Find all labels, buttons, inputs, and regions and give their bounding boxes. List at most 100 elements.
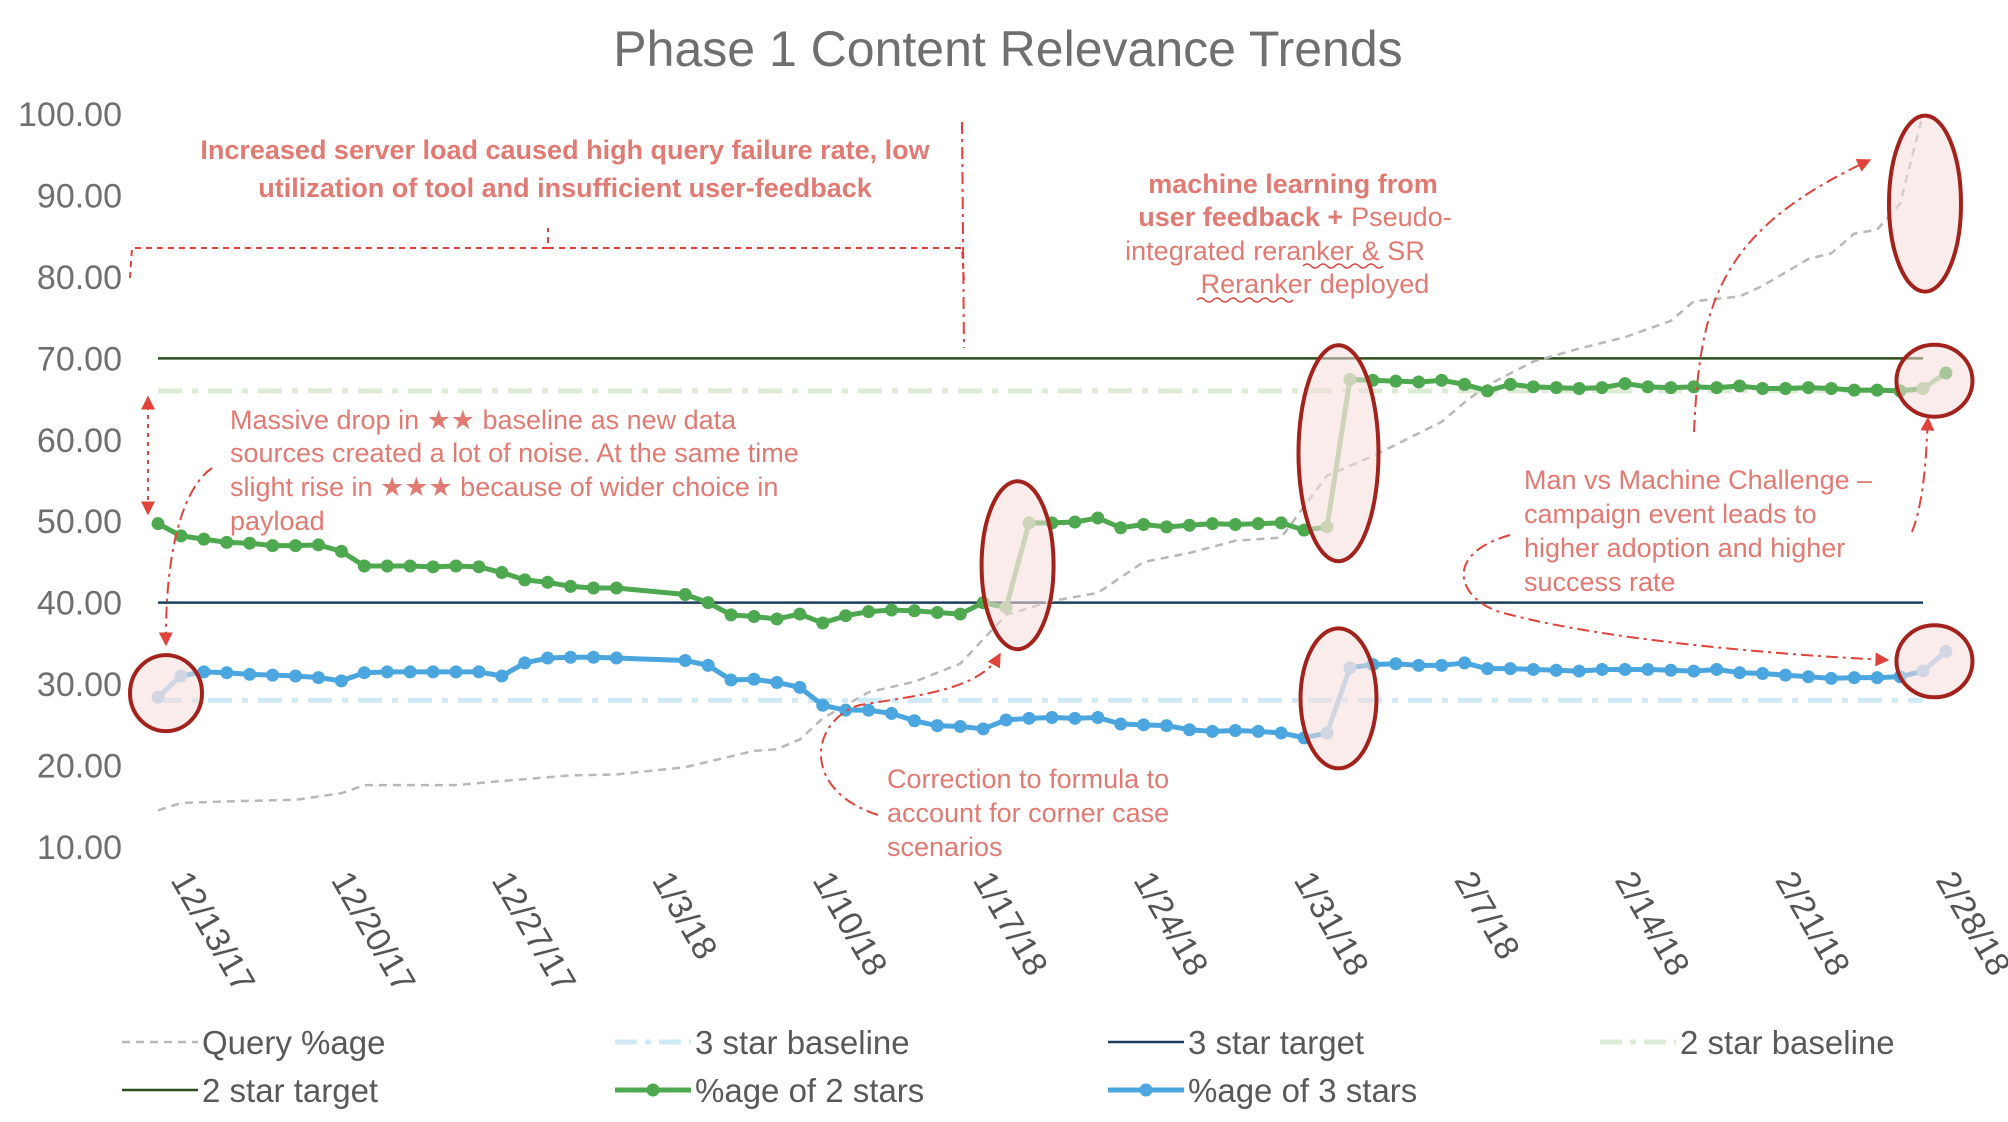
data-point-star2 (357, 559, 371, 573)
data-point-star2 (1091, 511, 1105, 525)
data-point-star3 (334, 674, 348, 688)
data-point-star3 (1480, 662, 1494, 676)
data-point-star3 (1641, 662, 1655, 676)
annotation-man-vs-machine: Man vs Machine Challenge – campaign even… (1462, 158, 1935, 667)
annotation-server-load-line1: Increased server load caused high query … (200, 135, 930, 165)
data-point-star2 (1068, 515, 1082, 529)
data-point-star2 (816, 616, 830, 630)
annotation-ml-line3-b: reranker (1253, 236, 1354, 266)
data-point-star2 (1733, 379, 1747, 393)
legend-item: %age of 2 stars (615, 1072, 924, 1109)
data-point-star3 (885, 706, 899, 720)
data-point-star2 (724, 608, 738, 622)
data-point-star3 (1160, 719, 1174, 733)
data-point-star2 (1549, 381, 1563, 395)
data-point-star2 (1595, 381, 1609, 395)
data-point-star3 (1687, 664, 1701, 678)
annotation-ml-line2-rest: Pseudo- (1351, 202, 1452, 232)
data-point-star3 (1251, 724, 1265, 738)
data-point-star3 (266, 668, 280, 682)
y-tick-label: 50.00 (37, 503, 122, 541)
data-point-star2 (1435, 373, 1449, 387)
data-point-star3 (1710, 662, 1724, 676)
data-point-star2 (1160, 520, 1174, 534)
data-point-star3 (1572, 664, 1586, 678)
data-point-star2 (220, 535, 234, 549)
legend-label: 3 star baseline (695, 1024, 910, 1061)
data-point-star2 (380, 559, 394, 573)
y-tick-label: 20.00 (37, 748, 122, 786)
data-point-star3 (1847, 671, 1861, 685)
y-tick-label: 70.00 (37, 340, 122, 378)
x-tick-label: 2/28/18 (1928, 865, 2008, 982)
data-point-star3 (724, 673, 738, 687)
annotation-ml-line4-a: Reranker (1201, 269, 1312, 299)
data-point-star2 (1137, 517, 1151, 531)
data-point-star2 (1251, 517, 1265, 531)
data-point-star2 (1503, 377, 1517, 391)
data-point-star3 (907, 714, 921, 728)
data-point-star3 (1618, 662, 1632, 676)
data-point-star3 (403, 665, 417, 679)
line-chart: Phase 1 Content Relevance Trends 10.00 20… (18, 21, 2008, 1109)
legend-item: %age of 3 stars (1108, 1072, 1417, 1109)
legend-label: 2 star target (202, 1072, 378, 1109)
data-point-star2 (1412, 375, 1426, 389)
data-point-star3 (1022, 711, 1036, 725)
annotation-mvm-line3: higher adoption and higher (1524, 533, 1845, 563)
data-point-star3 (609, 651, 623, 665)
data-point-star2 (1847, 383, 1861, 397)
data-point-star2 (609, 581, 623, 595)
annotation-ml-line2: user feedback + Pseudo- (1138, 202, 1451, 232)
data-point-star3 (1412, 658, 1426, 672)
annotation-mvm-arrow-r2 (1911, 416, 1935, 533)
data-point-star2 (1274, 516, 1288, 530)
x-tick-label: 2/14/18 (1607, 865, 1697, 982)
data-point-star2 (839, 609, 853, 623)
annotation-correction-line2: account for corner case (887, 798, 1169, 828)
legend-label: Query %age (202, 1024, 385, 1061)
data-point-star3 (243, 667, 257, 681)
data-point-star2 (678, 588, 692, 602)
data-point-star2 (587, 581, 601, 595)
data-point-star3 (793, 680, 807, 694)
data-point-star3 (701, 658, 715, 672)
legend-marker (646, 1083, 660, 1097)
data-point-star3 (1778, 668, 1792, 682)
data-point-star3 (1114, 717, 1128, 731)
series-segment-star3 (613, 655, 688, 663)
data-point-star2 (930, 605, 944, 619)
data-point-star3 (1595, 662, 1609, 676)
data-point-star2 (403, 559, 417, 573)
data-point-star2 (953, 607, 967, 621)
legend-item: 2 star baseline (1600, 1024, 1895, 1061)
annotation-massive-drop-line3: slight rise in ★★★ because of wider choi… (230, 472, 778, 502)
legend-label: %age of 3 stars (1188, 1072, 1417, 1109)
highlight-circle-start (128, 653, 204, 734)
data-point-star3 (1549, 663, 1563, 677)
data-point-star2 (495, 566, 509, 580)
data-point-star3 (1733, 666, 1747, 680)
legend-label: 2 star baseline (1680, 1024, 1895, 1061)
data-point-star2 (1756, 381, 1770, 395)
data-point-star3 (1870, 671, 1884, 685)
data-point-star2 (1778, 381, 1792, 395)
data-point-star2 (770, 612, 784, 626)
y-tick-label: 90.00 (37, 177, 122, 215)
x-tick-label: 1/17/18 (965, 865, 1055, 982)
data-point-star2 (885, 603, 899, 617)
legend-marker (1139, 1083, 1153, 1097)
data-point-star2 (1710, 381, 1724, 395)
data-point-star2 (862, 605, 876, 619)
annotation-server-load-line2: utilization of tool and insufficient use… (258, 173, 873, 203)
data-point-star2 (1205, 517, 1219, 531)
legend-item: 2 star target (122, 1072, 378, 1109)
data-point-star3 (587, 650, 601, 664)
chart-title: Phase 1 Content Relevance Trends (613, 21, 1402, 77)
annotation-massive-drop-line2: sources created a lot of noise. At the s… (230, 438, 799, 468)
data-point-star3 (862, 703, 876, 717)
y-axis: 10.00 20.00 30.00 40.00 50.00 60.00 70.00 80.00… (18, 96, 122, 867)
x-tick-label: 12/27/17 (484, 865, 583, 999)
data-point-star2 (1458, 377, 1472, 391)
data-point-star3 (472, 665, 486, 679)
